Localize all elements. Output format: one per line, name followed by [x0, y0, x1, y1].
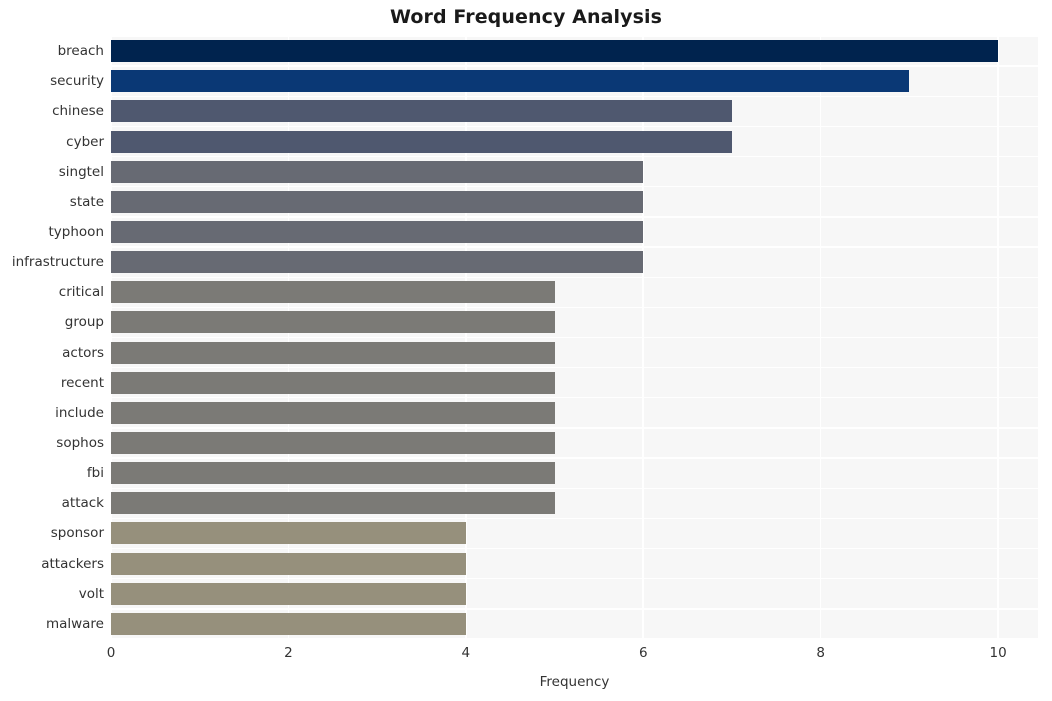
x-axis-tick-labels: 0 2 4 6 8 10: [107, 645, 1038, 665]
grid-line-horizontal: [111, 457, 1038, 459]
grid-line-horizontal: [111, 427, 1038, 429]
grid-line-vertical: [819, 36, 822, 639]
grid-line-horizontal: [111, 95, 1038, 97]
y-axis-tick-label: malware: [45, 615, 104, 632]
grid-line-horizontal: [111, 397, 1038, 399]
grid-line-vertical: [287, 36, 290, 639]
chart-figure: Word Frequency Analysis breach security ch…: [0, 0, 1052, 701]
y-axis-tick-label: sponsor: [50, 525, 104, 542]
y-axis-tick-label: attackers: [41, 555, 104, 572]
grid-line-vertical: [642, 36, 645, 639]
bar: [111, 492, 555, 515]
y-axis-tick-label: infrastructure: [11, 254, 104, 271]
y-axis-tick-label: volt: [78, 585, 104, 602]
y-axis-tick-label: recent: [60, 374, 104, 391]
bar: [111, 371, 555, 394]
grid-line-horizontal: [111, 336, 1038, 339]
y-axis-tick-label: state: [69, 193, 104, 210]
grid-line-horizontal: [111, 246, 1038, 248]
bar: [111, 281, 555, 304]
bar: [111, 341, 555, 364]
grid-line-horizontal: [111, 638, 1038, 639]
grid-line-horizontal: [111, 125, 1038, 128]
y-axis-tick-labels: breach security chinese cyber singtel state ty…: [0, 36, 104, 639]
bar: [111, 522, 466, 545]
y-axis-tick-label: include: [55, 404, 104, 421]
grid-line-horizontal: [111, 487, 1038, 489]
grid-line-horizontal: [111, 155, 1038, 158]
grid-line-horizontal: [111, 276, 1038, 278]
grid-line-vertical: [465, 36, 467, 639]
x-axis-tick-label: 10: [989, 645, 1007, 661]
bar: [111, 220, 644, 243]
grid-line-horizontal: [111, 65, 1038, 67]
grid-line-horizontal: [111, 578, 1038, 580]
bar: [111, 612, 466, 635]
bar: [111, 552, 466, 575]
grid-line-horizontal: [111, 216, 1038, 218]
grid-line-horizontal: [111, 547, 1038, 550]
x-axis-tick-label: 2: [284, 645, 293, 661]
y-axis-tick-label: fbi: [86, 465, 104, 482]
bar: [111, 70, 910, 93]
bar: [111, 311, 555, 334]
grid-line-horizontal: [111, 366, 1038, 369]
grid-line-horizontal: [111, 186, 1038, 188]
x-axis-tick-label: 0: [106, 645, 116, 661]
bar: [111, 582, 466, 605]
plot-area: [111, 36, 1038, 639]
bar: [111, 160, 644, 183]
chart-title: Word Frequency Analysis: [389, 6, 663, 28]
bar: [111, 190, 644, 213]
grid-line-vertical: [111, 36, 112, 639]
y-axis-tick-label: actors: [62, 344, 104, 361]
grid-line-horizontal: [111, 608, 1038, 610]
bar: [111, 130, 732, 153]
y-axis-tick-label: chinese: [52, 103, 104, 120]
bar: [111, 100, 732, 123]
y-axis-tick-label: attack: [61, 495, 104, 512]
x-axis-title: Frequency: [539, 674, 610, 690]
y-axis-tick-label: sophos: [56, 435, 104, 452]
bar: [111, 462, 555, 485]
y-axis-tick-label: breach: [57, 43, 104, 60]
y-axis-tick-label: security: [50, 73, 104, 90]
y-axis-tick-label: typhoon: [48, 223, 104, 240]
y-axis-tick-label: critical: [58, 284, 104, 301]
bar: [111, 432, 555, 455]
grid-line-horizontal: [111, 517, 1038, 520]
y-axis-tick-label: singtel: [58, 163, 104, 180]
bar: [111, 401, 555, 424]
grid-line-horizontal: [111, 36, 1038, 37]
x-axis-tick-label: 6: [638, 645, 648, 661]
y-axis-tick-label: cyber: [66, 133, 104, 150]
bar: [111, 40, 999, 63]
bar: [111, 251, 644, 274]
x-axis-tick-label: 8: [816, 645, 825, 661]
grid-line-horizontal: [111, 306, 1038, 309]
grid-line-vertical: [997, 36, 999, 639]
x-axis-tick-label: 4: [461, 645, 471, 661]
y-axis-tick-label: group: [64, 314, 104, 331]
